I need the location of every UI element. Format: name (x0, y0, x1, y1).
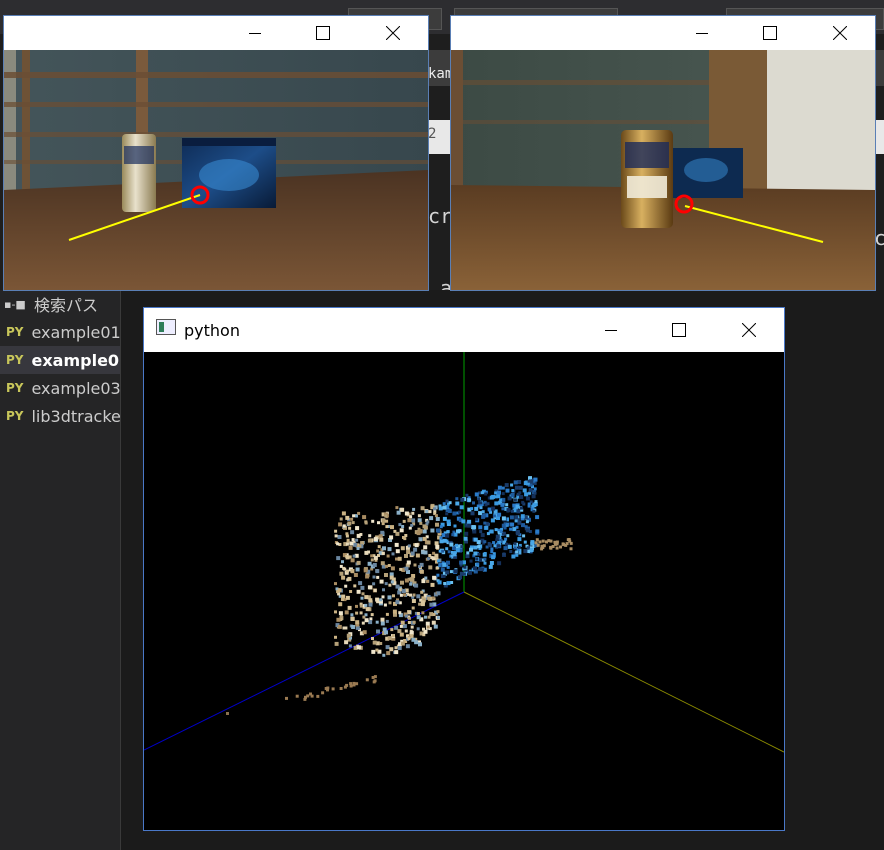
tree-item-search-path[interactable]: ▪-■ 検索パス (0, 290, 120, 318)
camera-window-right[interactable] (450, 15, 876, 291)
minimize-button[interactable] (679, 16, 725, 50)
tree-item-label: example02 (31, 350, 120, 370)
tree-item-example02[interactable]: PY example02 (0, 346, 120, 374)
axis-z-line (144, 591, 465, 751)
tree-item-example03[interactable]: PY example03 (0, 374, 120, 402)
python-viewer-window[interactable]: python (143, 307, 785, 831)
camera-image-left (4, 50, 428, 290)
close-button[interactable] (817, 16, 863, 50)
minimize-button[interactable] (588, 308, 634, 352)
python-file-icon: PY (6, 409, 24, 423)
close-icon (833, 26, 847, 40)
python-window-icon (156, 319, 176, 335)
camera-view-right (451, 50, 875, 290)
tree-item-label: 検索パス (34, 296, 99, 315)
bg-fragment-2: 2 (428, 126, 437, 142)
minimize-icon (696, 33, 708, 34)
window-title: python (184, 320, 240, 340)
titlebar[interactable] (451, 16, 875, 50)
close-button[interactable] (726, 308, 772, 352)
maximize-button[interactable] (300, 16, 346, 50)
tree-item-label: example03 (31, 378, 120, 398)
project-tree: ▪-■ 検索パス PY example01 PY example02 PY ex… (0, 290, 121, 850)
point-cloud-viewport[interactable] (144, 352, 784, 830)
tree-item-label: lib3dtracke (31, 406, 120, 426)
minimize-icon (605, 330, 617, 331)
camera-window-left[interactable] (3, 15, 429, 291)
camera-view-left (4, 50, 428, 290)
close-button[interactable] (370, 16, 416, 50)
point-cloud-points (226, 476, 573, 715)
axis-x-line (463, 591, 784, 753)
titlebar[interactable] (4, 16, 428, 50)
minimize-icon (249, 33, 261, 34)
search-path-icon: ▪-■ (4, 297, 26, 311)
tree-item-example01[interactable]: PY example01 (0, 318, 120, 346)
tree-item-lib3dtracker[interactable]: PY lib3dtracke (0, 402, 120, 430)
python-file-icon: PY (6, 325, 24, 339)
maximize-icon (316, 26, 330, 40)
camera-image-right (451, 50, 875, 290)
minimize-button[interactable] (232, 16, 278, 50)
close-icon (742, 323, 756, 337)
maximize-button[interactable] (656, 308, 702, 352)
close-icon (386, 26, 400, 40)
maximize-button[interactable] (747, 16, 793, 50)
python-file-icon: PY (6, 381, 24, 395)
python-file-icon: PY (6, 353, 24, 367)
titlebar[interactable]: python (144, 308, 784, 352)
ide-editor-fragment: kam 2 cro ar dty ste (428, 50, 453, 444)
maximize-icon (672, 323, 686, 337)
point-cloud-canvas (144, 352, 784, 753)
tree-item-label: example01 (31, 322, 120, 342)
maximize-icon (763, 26, 777, 40)
